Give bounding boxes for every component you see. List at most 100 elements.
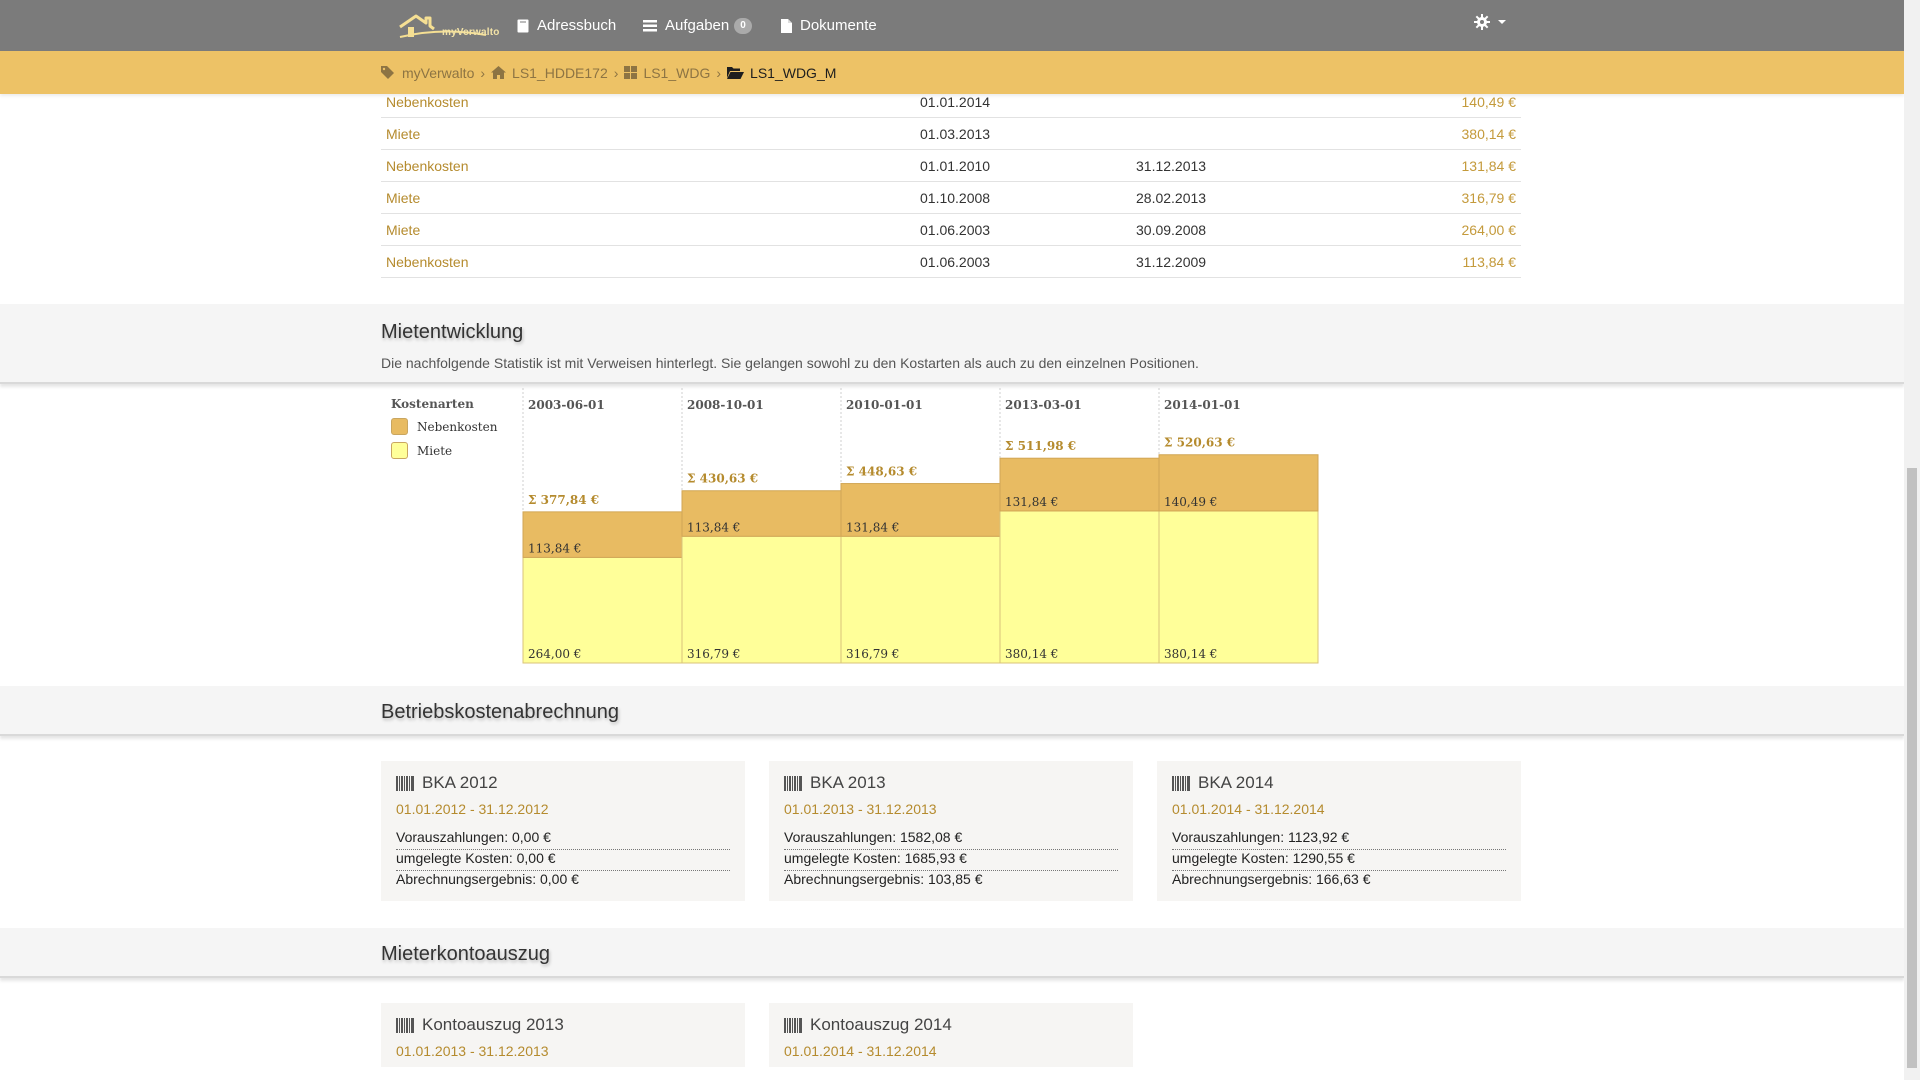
allocated-costs-value: umgelegte Kosten: 1685,93 € (784, 850, 1118, 871)
folder-open-icon (727, 67, 745, 79)
amount-link[interactable]: 380,14 € (1462, 126, 1517, 142)
breadcrumb-item-myverwalto[interactable]: myVerwalto (381, 65, 474, 81)
valid-from: 01.01.2014 (920, 94, 991, 110)
amount-link[interactable]: 113,84 € (1463, 254, 1516, 270)
data-label-nebenkosten: 131,84 € (1005, 495, 1058, 509)
valid-to: 30.09.2008 (1136, 222, 1207, 238)
data-label-miete: 316,79 € (846, 647, 899, 661)
settings-menu[interactable] (1474, 14, 1506, 30)
cost-type-link[interactable]: Nebenkosten (386, 94, 469, 110)
account-statement-card-2014[interactable]: Kontoauszug 2014 01.01.2014 - 31.12.2014 (769, 1003, 1133, 1067)
settlement-result-value: Abrechnungsergebnis: 0,00 € (396, 871, 579, 887)
card-title: Kontoauszug 2014 (784, 1015, 952, 1035)
operating-costs-header: Betriebskostenabrechnung (0, 686, 1904, 736)
card-period: 01.01.2014 - 31.12.2014 (784, 1043, 937, 1059)
scrollbar-thumb[interactable] (1907, 468, 1917, 1068)
section-title: Mietentwicklung (381, 321, 524, 343)
bka-card-2013[interactable]: BKA 2013 01.01.2013 - 31.12.2013 Vorausz… (769, 761, 1133, 901)
card-title-label: BKA 2012 (422, 773, 498, 792)
bar-segment-miete[interactable] (681, 535, 842, 664)
document-icon (781, 18, 792, 33)
x-tick-label: 2003-06-01 (528, 398, 605, 412)
x-tick-label: 2013-03-01 (1005, 398, 1082, 412)
barcode-icon (784, 1017, 802, 1033)
nav-tasks[interactable]: Aufgaben 0 (643, 0, 752, 51)
nav-tasks-label: Aufgaben (665, 17, 730, 34)
card-title: BKA 2014 (1172, 773, 1274, 793)
rent-development-header: Mietentwicklung Die nachfolgende Statist… (0, 304, 1904, 384)
home-icon (491, 66, 507, 79)
tasks-count-badge: 0 (734, 17, 752, 34)
valid-to: 31.12.2013 (1136, 158, 1207, 174)
cost-type-link[interactable]: Miete (386, 126, 420, 142)
bar-segment-miete[interactable] (999, 510, 1160, 664)
bka-card-2012[interactable]: BKA 2012 01.01.2012 - 31.12.2012 Vorausz… (381, 761, 745, 901)
bka-card-2014[interactable]: BKA 2014 01.01.2014 - 31.12.2014 Vorausz… (1157, 761, 1521, 901)
card-period: 01.01.2014 - 31.12.2014 (1172, 801, 1325, 817)
total-label[interactable]: Σ 448,63 € (846, 465, 917, 479)
nav-addressbook-label: Adressbuch (537, 17, 617, 34)
bar-segment-miete[interactable] (1158, 510, 1319, 664)
cost-type-link[interactable]: Nebenkosten (386, 254, 469, 270)
breadcrumb-label: myVerwalto (402, 64, 475, 81)
valid-from: 01.06.2003 (920, 222, 991, 238)
rent-positions-table: Nebenkosten 01.01.2014 140,49 € Miete 01… (381, 88, 1521, 278)
nav-documents-label: Dokumente (800, 17, 877, 34)
data-label-nebenkosten: 131,84 € (846, 520, 899, 534)
nav-addressbook[interactable]: Adressbuch (517, 0, 616, 51)
data-label-miete: 316,79 € (687, 647, 740, 661)
vertical-scrollbar[interactable] (1904, 0, 1920, 1080)
card-period: 01.01.2013 - 31.12.2013 (784, 801, 937, 817)
app-logo[interactable]: myVerwalto (396, 13, 500, 39)
breadcrumb-item-building[interactable]: LS1_HDDE172 (491, 65, 608, 81)
barcode-icon (396, 775, 414, 791)
card-title-label: Kontoauszug 2013 (422, 1015, 564, 1034)
breadcrumb: myVerwalto › LS1_HDDE172 › LS1_WDG › LS1… (381, 51, 836, 94)
total-label[interactable]: Σ 430,63 € (687, 472, 758, 486)
data-label-nebenkosten: 140,49 € (1164, 495, 1217, 509)
x-tick-label: 2008-10-01 (687, 398, 764, 412)
valid-from: 01.10.2008 (920, 190, 991, 206)
table-row: Nebenkosten 01.01.2010 31.12.2013 131,84… (381, 150, 1521, 182)
cost-type-link[interactable]: Nebenkosten (386, 158, 469, 174)
breadcrumb-label: LS1_HDDE172 (512, 64, 608, 81)
rent-development-chart: Kostenarten Nebenkosten Miete 2003-06-01… (381, 388, 1321, 668)
card-title: Kontoauszug 2013 (396, 1015, 564, 1035)
nav-documents[interactable]: Dokumente (781, 0, 877, 51)
x-tick-label: 2010-01-01 (846, 398, 923, 412)
cost-type-link[interactable]: Miete (386, 190, 420, 206)
total-label[interactable]: Σ 377,84 € (528, 493, 599, 507)
amount-link[interactable]: 140,49 € (1462, 94, 1517, 110)
card-title: BKA 2013 (784, 773, 886, 793)
total-label[interactable]: Σ 511,98 € (1005, 439, 1076, 453)
data-label-nebenkosten: 113,84 € (528, 541, 581, 555)
barcode-icon (1172, 775, 1190, 791)
table-row: Miete 01.06.2003 30.09.2008 264,00 € (381, 214, 1521, 246)
card-title-label: Kontoauszug 2014 (810, 1015, 952, 1034)
breadcrumb-item-unit-group[interactable]: LS1_WDG (624, 65, 710, 81)
card-period: 01.01.2012 - 31.12.2012 (396, 801, 549, 817)
allocated-costs-value: umgelegte Kosten: 1290,55 € (1172, 850, 1506, 871)
breadcrumb-label: LS1_WDG_M (750, 64, 837, 81)
section-title: Betriebskostenabrechnung (381, 701, 619, 723)
list-icon (643, 19, 657, 31)
breadcrumb-item-current: LS1_WDG_M (727, 65, 836, 81)
breadcrumb-label: LS1_WDG (643, 64, 711, 81)
amount-link[interactable]: 264,00 € (1462, 222, 1517, 238)
tenant-account-header: Mieterkontoauszug (0, 928, 1904, 978)
book-icon (517, 19, 529, 32)
bar-segment-miete[interactable] (840, 535, 1001, 664)
breadcrumb-bar: myVerwalto › LS1_HDDE172 › LS1_WDG › LS1… (0, 51, 1904, 94)
amount-link[interactable]: 316,79 € (1462, 190, 1517, 206)
total-label[interactable]: Σ 520,63 € (1164, 436, 1235, 450)
table-row: Miete 01.03.2013 380,14 € (381, 118, 1521, 150)
amount-link[interactable]: 131,84 € (1462, 158, 1517, 174)
card-title-label: BKA 2014 (1198, 773, 1274, 792)
card-title: BKA 2012 (396, 773, 498, 793)
valid-from: 01.01.2010 (920, 158, 991, 174)
cost-type-link[interactable]: Miete (386, 222, 420, 238)
section-title: Mieterkontoauszug (381, 943, 550, 965)
table-row: Nebenkosten 01.06.2003 31.12.2009 113,84… (381, 246, 1521, 278)
breadcrumb-separator: › (480, 64, 486, 81)
account-statement-card-2013[interactable]: Kontoauszug 2013 01.01.2013 - 31.12.2013 (381, 1003, 745, 1067)
